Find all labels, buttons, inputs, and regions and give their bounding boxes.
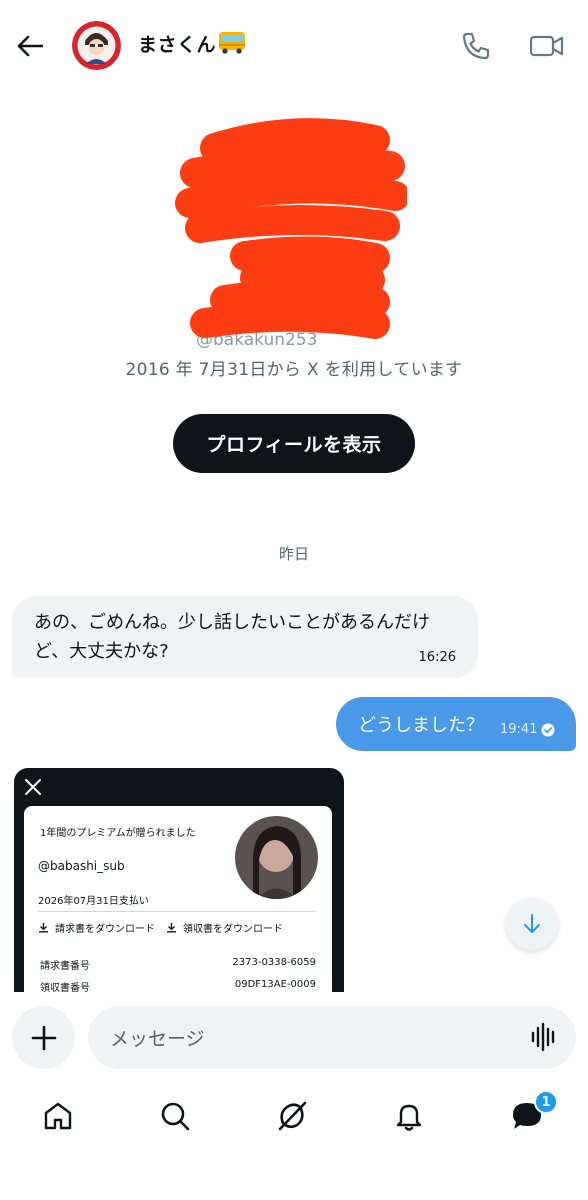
contact-avatar[interactable]: [72, 21, 121, 70]
nav-grok[interactable]: [272, 1096, 312, 1136]
receipt-divider: [38, 911, 316, 912]
date-separator: 昨日: [278, 545, 309, 563]
receipt-card: 1年間のプレミアムが贈られました @babashi_sub 2026年07月31…: [24, 806, 332, 992]
messages-badge: 1: [534, 1090, 558, 1114]
contact-name-text: まさくん: [138, 34, 217, 56]
phone-icon: [462, 32, 490, 60]
download-invoice-link[interactable]: 請求書をダウンロード: [38, 920, 155, 935]
joined-date: 2016 年 7月31日から X を利用しています: [125, 360, 463, 380]
download-icon: [167, 923, 176, 933]
voice-waveform-icon[interactable]: [530, 1022, 558, 1052]
add-attachment-button[interactable]: [12, 1006, 75, 1069]
receipt-number-label: 領収書番号: [40, 983, 90, 992]
receipt-handle: @babashi_sub: [38, 859, 125, 873]
download-receipt-link[interactable]: 領収書をダウンロード: [166, 920, 283, 935]
receipt-image[interactable]: 1年間のプレミアムが贈られました @babashi_sub 2026年07月31…: [14, 768, 344, 992]
contact-name[interactable]: まさくん: [138, 30, 246, 59]
grok-icon: [278, 1101, 307, 1131]
x-logo-icon: [25, 779, 41, 795]
download-icon: [39, 923, 48, 933]
message-time: 19:41: [500, 722, 538, 737]
receipt-number-value: 09DF13AE-0009: [234, 979, 316, 990]
arrow-down-icon: [524, 914, 540, 933]
message-composer: メッセージ: [0, 992, 588, 1078]
nav-home[interactable]: [38, 1096, 78, 1136]
message-input[interactable]: メッセージ: [88, 1006, 576, 1069]
back-button[interactable]: [12, 28, 48, 64]
video-call-button[interactable]: [527, 28, 567, 64]
message-time: 16:26: [418, 650, 456, 665]
incoming-message[interactable]: あの、ごめんね。少し話したいことがあるんだけど、大丈夫かな? 16:26: [12, 596, 478, 678]
redaction-scribble: [175, 118, 407, 339]
plus-icon: [31, 1025, 56, 1050]
bus-emoji-icon: [218, 30, 246, 59]
receipt-paid-date: 2026年07月31日支払い: [38, 896, 149, 907]
home-icon: [44, 1102, 72, 1130]
bell-icon: [396, 1104, 422, 1131]
receipt-title: 1年間のプレミアムが贈られました: [40, 828, 196, 839]
bottom-navigation: [0, 1078, 588, 1200]
message-input-placeholder: メッセージ: [110, 1028, 205, 1050]
read-check-icon: [541, 723, 555, 737]
invoice-number-value: 2373-0338-6059: [232, 957, 316, 968]
call-button[interactable]: [458, 28, 494, 64]
download-invoice-label: 請求書をダウンロード: [55, 924, 155, 935]
outgoing-message[interactable]: どうしました？ 19:41: [336, 697, 576, 751]
receipt-profile-photo: [235, 816, 318, 899]
invoice-number-label: 請求書番号: [40, 961, 90, 972]
view-profile-button[interactable]: プロフィールを表示: [173, 414, 415, 473]
scroll-to-bottom-button[interactable]: [506, 898, 558, 950]
nav-notifications[interactable]: [389, 1096, 429, 1136]
download-receipt-label: 領収書をダウンロード: [183, 924, 283, 935]
message-text: あの、ごめんね。少し話したいことがあるんだけど、大丈夫かな?: [34, 612, 430, 662]
back-arrow-icon: [17, 35, 43, 57]
video-camera-icon: [529, 35, 564, 57]
conversation-header: まさくん: [0, 0, 588, 92]
message-text: どうしました？: [358, 715, 484, 736]
search-icon: [161, 1102, 190, 1131]
nav-search[interactable]: [155, 1096, 195, 1136]
